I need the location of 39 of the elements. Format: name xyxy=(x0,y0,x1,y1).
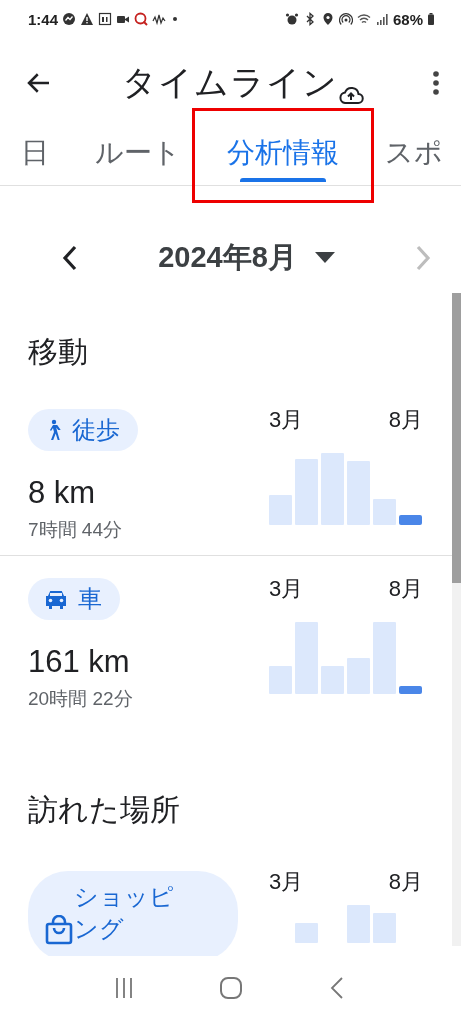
month-label: 3月 xyxy=(269,868,304,896)
tab[interactable]: ルート xyxy=(72,128,204,182)
car-icon xyxy=(44,588,68,610)
battery-icon xyxy=(427,12,435,26)
month-label: 8月 xyxy=(388,575,423,603)
cloud-upload-icon[interactable] xyxy=(337,84,364,106)
signal-icon xyxy=(374,12,389,26)
home-icon[interactable] xyxy=(218,976,243,1000)
battery-percentage: 68% xyxy=(392,10,423,28)
page-title: タイムライン xyxy=(121,62,338,103)
category-chip[interactable]: 徒歩 xyxy=(28,409,138,451)
category-chip[interactable]: ショッピング xyxy=(28,871,238,956)
scrollbar[interactable] xyxy=(452,293,461,946)
tab[interactable]: スポ xyxy=(362,128,461,182)
tab[interactable]: 日 xyxy=(0,128,72,182)
more-options-icon[interactable] xyxy=(431,69,441,97)
location-pin-icon xyxy=(320,12,335,26)
month-selector[interactable]: 2024年8月 xyxy=(158,238,297,278)
dropdown-caret-icon[interactable] xyxy=(314,252,335,264)
distance-value: 161 km xyxy=(28,644,130,680)
distance-value: 8 km xyxy=(28,475,96,511)
section-heading: 訪れた場所 xyxy=(27,792,181,828)
search-loop-icon xyxy=(134,12,149,26)
tab[interactable]: 分析情報 xyxy=(204,128,362,182)
duration-value: 7時間 44分 xyxy=(28,518,122,542)
clock-time: 1:44 xyxy=(28,10,59,28)
category-chip[interactable]: 車 xyxy=(28,578,120,620)
chat-bubble-icon xyxy=(62,12,77,26)
section-heading: 移動 xyxy=(27,334,89,370)
warning-icon xyxy=(80,12,95,26)
duration-value: 20時間 22分 xyxy=(28,687,133,711)
month-label: 3月 xyxy=(269,406,304,434)
month-label: 8月 xyxy=(388,868,423,896)
shopping-bag-icon xyxy=(44,915,74,945)
month-label: 8月 xyxy=(388,406,423,434)
hotspot-icon xyxy=(338,12,353,26)
month-label: 3月 xyxy=(269,575,304,603)
pulse-wave-icon xyxy=(152,12,167,26)
wifi-icon xyxy=(356,12,371,26)
